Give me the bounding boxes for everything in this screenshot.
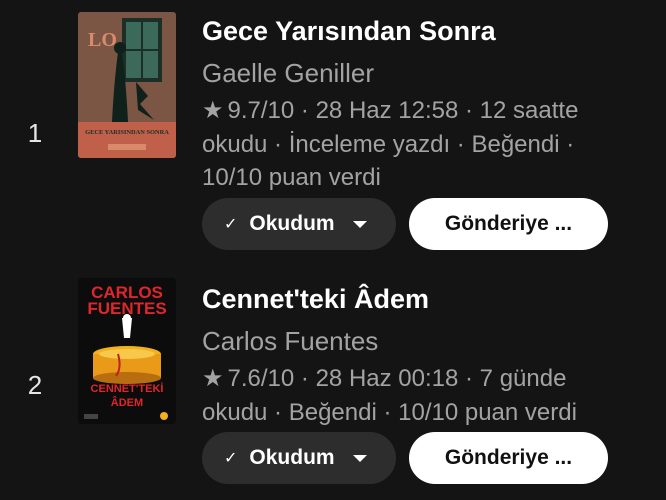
book-meta: ★ 7.6/10 · 28 Haz 00:18 · 7 günde okudu ·… <box>202 362 626 429</box>
svg-text:ÂDEM: ÂDEM <box>111 396 143 409</box>
reading-status-dropdown[interactable]: ✓ Okudum <box>202 432 396 484</box>
star-icon: ★ <box>202 97 224 124</box>
book-list: 1 LO GECE YARISINDAN SONRA Gece Yarısınd… <box>0 0 666 500</box>
star-icon: ★ <box>202 365 224 392</box>
book-cover-image: CARLOS FUENTES CENNET'TEKİ ÂDEM <box>78 278 176 424</box>
list-item[interactable]: 1 LO GECE YARISINDAN SONRA Gece Yarısınd… <box>0 0 666 262</box>
svg-text:LO: LO <box>88 29 117 51</box>
chevron-down-icon <box>352 454 367 462</box>
book-info: Cennet'teki Âdem Carlos Fuentes ★ 7.6/10 … <box>202 282 626 429</box>
reading-status-label: Okudum <box>249 212 335 235</box>
book-info: Gece Yarısından Sonra Gaelle Geniller ★ 9… <box>202 14 626 195</box>
list-item[interactable]: 2 CARLOS FUENTES CENNET'TEKİ ÂDEM Cennet… <box>0 262 666 500</box>
svg-text:GECE YARISINDAN SONRA: GECE YARISINDAN SONRA <box>85 129 169 136</box>
rank-number: 1 <box>27 118 43 148</box>
rating-value: 9.7/10 <box>227 97 295 124</box>
book-meta: ★ 9.7/10 · 28 Haz 12:58 · 12 saatte okudu… <box>202 94 626 195</box>
chevron-down-icon <box>352 220 367 228</box>
book-cover[interactable]: CARLOS FUENTES CENNET'TEKİ ÂDEM <box>78 278 176 424</box>
book-title[interactable]: Gece Yarısından Sonra <box>202 14 626 48</box>
check-icon: ✓ <box>224 216 238 233</box>
reading-status-label: Okudum <box>249 446 335 469</box>
check-icon: ✓ <box>224 450 238 467</box>
rank-number: 2 <box>27 370 43 400</box>
svg-text:CENNET'TEKİ: CENNET'TEKİ <box>91 382 164 395</box>
book-title[interactable]: Cennet'teki Âdem <box>202 282 626 316</box>
book-cover-image: LO GECE YARISINDAN SONRA <box>78 12 176 158</box>
send-to-post-button[interactable]: Gönderiye ... <box>409 432 608 484</box>
send-to-post-button[interactable]: Gönderiye ... <box>409 198 608 250</box>
book-cover[interactable]: LO GECE YARISINDAN SONRA <box>78 12 176 158</box>
book-author[interactable]: Carlos Fuentes <box>202 324 626 358</box>
rating-value: 7.6/10 <box>227 365 295 392</box>
reading-status-dropdown[interactable]: ✓ Okudum <box>202 198 396 250</box>
book-author[interactable]: Gaelle Geniller <box>202 56 626 90</box>
